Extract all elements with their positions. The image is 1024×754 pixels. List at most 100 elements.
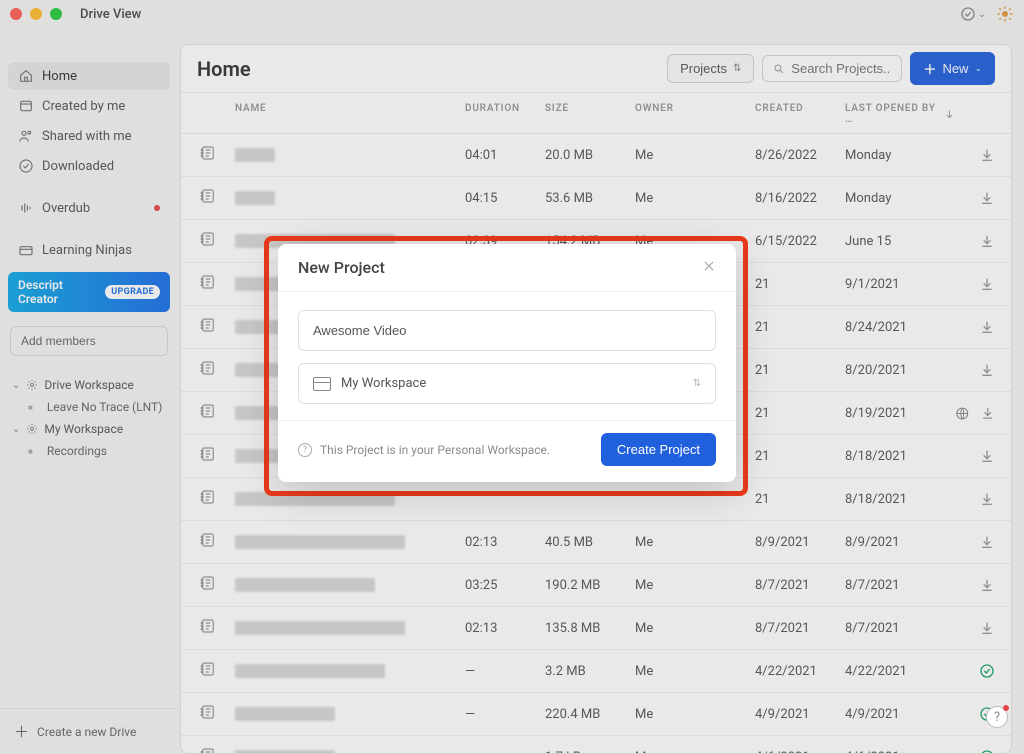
table-row[interactable]: — 1.7 kB Me 4/6/2021 4/6/2021 — [181, 736, 1011, 754]
settings-sun-icon[interactable] — [996, 5, 1014, 23]
download-icon[interactable] — [979, 276, 995, 292]
close-icon — [702, 259, 716, 273]
project-icon — [199, 660, 217, 678]
table-row[interactable]: — 220.4 MB Me 4/9/2021 4/9/2021 — [181, 693, 1011, 736]
sidebar-item-home[interactable]: Home — [8, 62, 170, 90]
window-close-button[interactable] — [10, 8, 22, 20]
table-row[interactable]: 04:01 20.0 MB Me 8/26/2022 Monday — [181, 134, 1011, 177]
duration-cell: 03:25 — [465, 578, 545, 593]
workspace-folder[interactable]: Leave No Trace (LNT) — [6, 396, 172, 418]
duration-cell: 02:13 — [465, 535, 545, 550]
search-field[interactable] — [762, 55, 902, 82]
gear-icon — [26, 423, 38, 435]
duration-cell: — — [465, 707, 545, 722]
opened-cell: 8/24/2021 — [845, 320, 955, 335]
opened-cell: 8/18/2021 — [845, 449, 955, 464]
new-button[interactable]: ＋ New ⌄ — [910, 52, 995, 85]
project-icon — [199, 316, 217, 334]
gear-icon — [26, 379, 38, 391]
table-row[interactable]: 04:15 53.6 MB Me 8/16/2022 Monday — [181, 177, 1011, 220]
workspace-folder[interactable]: Recordings — [6, 440, 172, 462]
add-members-button[interactable]: Add members — [10, 326, 168, 356]
project-icon — [199, 574, 217, 592]
col-created[interactable]: CREATED — [755, 103, 845, 125]
download-icon[interactable] — [980, 405, 995, 421]
project-icon — [199, 402, 217, 420]
download-icon[interactable] — [979, 577, 995, 593]
overdub-icon — [18, 200, 34, 216]
owner-cell: Me — [635, 191, 755, 206]
download-icon[interactable] — [979, 319, 995, 335]
download-icon[interactable] — [979, 534, 995, 550]
row-action — [955, 233, 995, 249]
search-input[interactable] — [791, 61, 891, 76]
row-action — [955, 405, 995, 421]
download-icon[interactable] — [979, 147, 995, 163]
download-icon[interactable] — [979, 448, 995, 464]
row-action — [955, 190, 995, 206]
download-icon[interactable] — [979, 233, 995, 249]
duration-cell: — — [465, 750, 545, 754]
window-zoom-button[interactable] — [50, 8, 62, 20]
modal-close-button[interactable] — [702, 258, 716, 277]
sidebar-item-created-by-me[interactable]: Created by me — [8, 92, 170, 120]
col-duration[interactable]: DURATION — [465, 103, 545, 125]
projects-dropdown[interactable]: Projects ⇅ — [667, 54, 754, 83]
project-name-input[interactable] — [313, 323, 701, 338]
sort-arrow-icon — [944, 108, 955, 120]
col-size[interactable]: SIZE — [545, 103, 635, 125]
created-cell: 4/9/2021 — [755, 707, 845, 722]
download-icon[interactable] — [979, 620, 995, 636]
chevron-down-icon: ⌄ — [12, 380, 20, 391]
row-action — [955, 577, 995, 593]
opened-cell: 9/1/2021 — [845, 277, 955, 292]
help-fab[interactable]: ? — [986, 706, 1008, 728]
row-action — [955, 319, 995, 335]
size-cell: 40.5 MB — [545, 535, 635, 550]
created-cell: 8/7/2021 — [755, 578, 845, 593]
col-owner[interactable]: OWNER — [635, 103, 755, 125]
table-row[interactable]: — 3.2 MB Me 4/22/2021 4/22/2021 — [181, 650, 1011, 693]
row-action — [955, 276, 995, 292]
creator-plan-pill[interactable]: Descript Creator UPGRADE — [8, 272, 170, 312]
project-icon — [199, 230, 217, 248]
opened-cell: 8/9/2021 — [845, 535, 955, 550]
opened-cell: 8/20/2021 — [845, 363, 955, 378]
create-project-button[interactable]: Create Project — [601, 433, 716, 466]
download-icon[interactable] — [979, 491, 995, 507]
download-icon[interactable] — [979, 362, 995, 378]
workspace-group[interactable]: ⌄ My Workspace — [6, 418, 172, 440]
workspace-select[interactable]: My Workspace ⇅ — [298, 363, 716, 404]
window-minimize-button[interactable] — [30, 8, 42, 20]
project-icon — [199, 488, 217, 506]
check-circle-icon — [960, 6, 976, 22]
created-cell: 21 — [755, 320, 845, 335]
opened-cell: June 15 — [845, 234, 955, 249]
project-name-field[interactable] — [298, 310, 716, 351]
col-last-opened[interactable]: LAST OPENED BY … — [845, 103, 938, 125]
project-icon — [199, 273, 217, 291]
table-row[interactable]: 02:13 40.5 MB Me 8/9/2021 8/9/2021 — [181, 521, 1011, 564]
project-icon — [199, 445, 217, 463]
download-icon[interactable] — [979, 190, 995, 206]
project-icon — [199, 703, 217, 721]
home-icon — [18, 68, 34, 84]
created-cell: 21 — [755, 492, 845, 507]
col-name[interactable]: NAME — [235, 103, 465, 125]
workspace-group[interactable]: ⌄ Drive Workspace — [6, 374, 172, 396]
sidebar-item-shared-with-me[interactable]: Shared with me — [8, 122, 170, 150]
opened-cell: Monday — [845, 148, 955, 163]
table-row[interactable]: 03:25 190.2 MB Me 8/7/2021 8/7/2021 — [181, 564, 1011, 607]
create-drive-button[interactable]: ＋ Create a new Drive — [0, 708, 178, 754]
table-row[interactable]: 02:13 135.8 MB Me 8/7/2021 8/7/2021 — [181, 607, 1011, 650]
search-icon — [773, 62, 785, 76]
status-menu[interactable]: ⌄ — [960, 6, 986, 22]
sidebar-item-learning[interactable]: Learning Ninjas — [8, 236, 170, 264]
sidebar-item-downloaded[interactable]: Downloaded — [8, 152, 170, 180]
sidebar-item-overdub[interactable]: Overdub — [8, 194, 170, 222]
duration-cell: 04:01 — [465, 148, 545, 163]
duration-cell: — — [465, 664, 545, 679]
created-cell: 4/6/2021 — [755, 750, 845, 754]
row-action — [955, 663, 995, 679]
created-cell: 21 — [755, 363, 845, 378]
